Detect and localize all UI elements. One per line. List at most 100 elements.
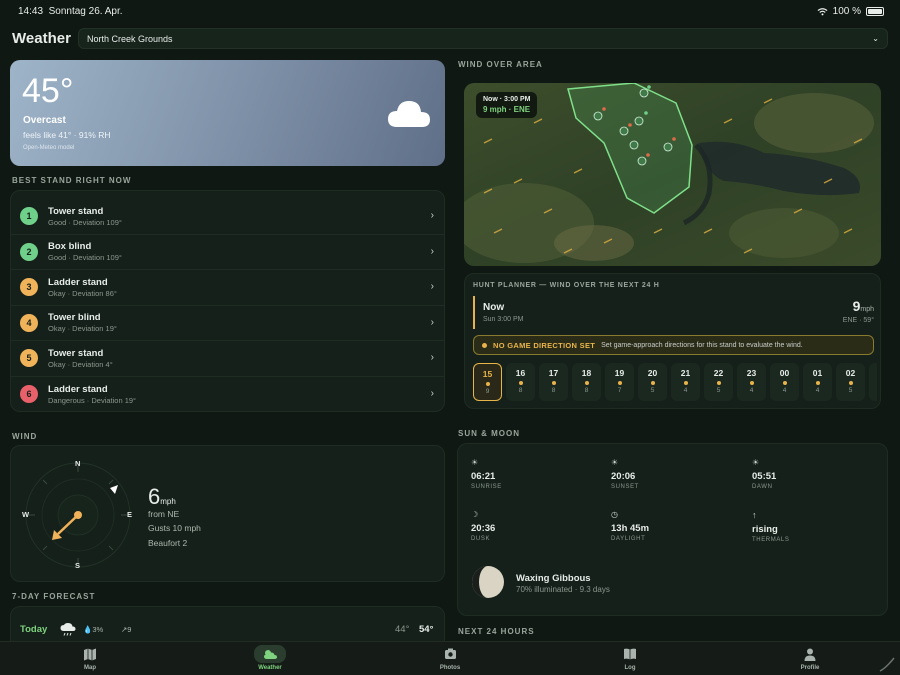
map-time: Now · 3:00 PM (483, 96, 531, 103)
stand-row-2[interactable]: 2 Box blind Good · Deviation 109° › (11, 235, 444, 270)
person-icon (804, 648, 816, 661)
tab-map[interactable]: Map (70, 646, 110, 671)
location-label: North Creek Grounds (87, 33, 173, 44)
compass-south: S (75, 561, 81, 570)
hour-cell[interactable]: 21 4 (671, 363, 700, 401)
planner-now-time: Sun 3:00 PM (483, 316, 524, 323)
chevron-right-icon: › (430, 245, 434, 257)
chevron-right-icon: › (430, 387, 434, 399)
hour-cell[interactable]: 02 5 (836, 363, 865, 401)
stand-name: Tower stand (48, 347, 104, 359)
tab-bar: Map Weather Photos Log Profile (0, 641, 900, 675)
forecast-precip: 💧3% (83, 625, 104, 634)
stand-row-3[interactable]: 3 Ladder stand Okay · Deviation 86° › (11, 270, 444, 306)
sunrise-item: ☀ 06:21 SUNRISE (471, 458, 502, 490)
hour-cell[interactable]: 01 4 (803, 363, 832, 401)
rank-badge: 4 (20, 313, 38, 332)
drop-icon: 💧 (83, 625, 93, 634)
hunt-planner-card: HUNT PLANNER — WIND OVER THE NEXT 24 H N… (464, 273, 881, 409)
wind-map[interactable]: Now · 3:00 PM 9 mph · ENE (464, 83, 881, 266)
moon-detail: 70% illuminated · 9.3 days (516, 585, 610, 594)
wind-heading: WIND (12, 432, 38, 441)
page-title: Weather (12, 30, 71, 47)
stand-row-5[interactable]: 5 Tower stand Okay · Deviation 4° › (11, 341, 444, 377)
forecast-row-today[interactable]: Today 💧3% ↗9 44° 54° (10, 606, 445, 646)
rank-badge: 6 (20, 385, 38, 404)
hour-cell[interactable]: 18 8 (572, 363, 601, 401)
hour-cell[interactable]: 17 8 (539, 363, 568, 401)
wifi-icon (817, 8, 828, 16)
stand-name: Box blind (48, 241, 92, 253)
wind-speed: 6mph (148, 484, 176, 509)
feels-like: feels like 41° · 91% RH (23, 130, 111, 140)
home-indicator-icon (879, 657, 895, 672)
wind-unit: mph (160, 497, 176, 506)
stand-name: Ladder stand (48, 383, 108, 395)
stand-detail: Good · Deviation 109° (48, 217, 122, 227)
stand-row-6[interactable]: 6 Ladder stand Dangerous · Deviation 19° … (11, 377, 444, 413)
alert-text: Set game-approach directions for this st… (601, 341, 803, 349)
tab-photos[interactable]: Photos (430, 646, 470, 671)
tab-log[interactable]: Log (610, 646, 650, 671)
current-weather-card[interactable]: 45° Overcast feels like 41° · 91% RH Ope… (10, 60, 445, 166)
wind-beaufort: Beaufort 2 (148, 538, 188, 548)
hour-cell[interactable]: 23 4 (737, 363, 766, 401)
compass-west: W (22, 510, 30, 519)
forecast-high: 54° (419, 624, 434, 635)
hour-cell-partial[interactable] (869, 363, 877, 401)
chevron-right-icon: › (430, 316, 434, 328)
hour-cell[interactable]: 00 4 (770, 363, 799, 401)
wind-card: N E S W 6mph from NE Gusts 10 mph Beaufo… (10, 445, 445, 582)
battery-percent: 100 % (832, 6, 861, 17)
stand-name: Tower stand (48, 205, 104, 217)
forecast-wind: ↗9 (121, 625, 132, 634)
wind-gusts: Gusts 10 mph (148, 523, 201, 533)
stand-row-4[interactable]: 4 Tower blind Okay · Deviation 19° › (11, 306, 444, 341)
hour-cell[interactable]: 15 9 (473, 363, 502, 401)
game-direction-alert[interactable]: NO GAME DIRECTION SET Set game-approach … (473, 335, 874, 355)
planner-now-label: Now (483, 302, 505, 313)
sun-moon-heading: SUN & MOON (458, 429, 520, 438)
stand-detail: Okay · Deviation 19° (48, 324, 117, 334)
cloud-icon (388, 101, 430, 127)
warning-dot-icon (482, 342, 487, 348)
dawn-icon: ☀ (752, 458, 760, 467)
map-icon (84, 648, 96, 660)
status-time: 14:43 Sonntag 26. Apr. (18, 6, 123, 17)
hour-cell[interactable]: 16 8 (506, 363, 535, 401)
battery-icon (866, 7, 884, 16)
chevron-down-icon: ⌄ (872, 34, 879, 43)
rank-badge: 2 (20, 242, 38, 261)
weather-model: Open-Meteo model (23, 145, 75, 151)
daylight-item: ◷ 13h 45m DAYLIGHT (611, 510, 650, 542)
hour-cell[interactable]: 20 5 (638, 363, 667, 401)
planner-now-dir: ENE · 59° (842, 317, 874, 324)
clock-icon: ◷ (611, 510, 618, 519)
location-select[interactable]: North Creek Grounds ⌄ (78, 28, 888, 49)
sun-moon-card: ☀ 06:21 SUNRISE ☀ 20:06 SUNSET ☀ 05:51 DAWN… (457, 443, 888, 616)
planner-title: HUNT PLANNER — WIND OVER THE NEXT 24 H (473, 282, 660, 289)
current-temperature: 45° (22, 72, 74, 110)
chevron-right-icon: › (430, 210, 434, 221)
chevron-right-icon: › (430, 281, 434, 292)
tab-profile[interactable]: Profile (790, 646, 830, 671)
chevron-right-icon: › (430, 352, 434, 363)
forecast-low: 44° (395, 624, 410, 635)
forecast-heading: 7-DAY FORECAST (12, 592, 96, 601)
stand-detail: Good · Deviation 109° (48, 253, 122, 263)
rank-badge: 5 (20, 349, 38, 368)
stand-detail: Dangerous · Deviation 19° (48, 395, 137, 405)
tab-weather[interactable]: Weather (250, 645, 290, 671)
stand-row-1[interactable]: 1 Tower stand Good · Deviation 109° › (11, 199, 444, 235)
dusk-icon: ☽ (471, 510, 479, 519)
rank-badge: 1 (20, 207, 38, 226)
hour-cell[interactable]: 22 5 (704, 363, 733, 401)
stand-name: Ladder stand (48, 276, 108, 288)
cloud-rain-icon (60, 623, 76, 636)
next-24-heading: NEXT 24 HOURS (458, 627, 535, 636)
sunset-item: ☀ 20:06 SUNSET (611, 458, 639, 490)
current-condition: Overcast (23, 115, 66, 126)
status-indicators: 100 % (817, 6, 884, 17)
thermals-item: ↑ rising THERMALS (752, 510, 790, 543)
hour-cell[interactable]: 19 7 (605, 363, 634, 401)
